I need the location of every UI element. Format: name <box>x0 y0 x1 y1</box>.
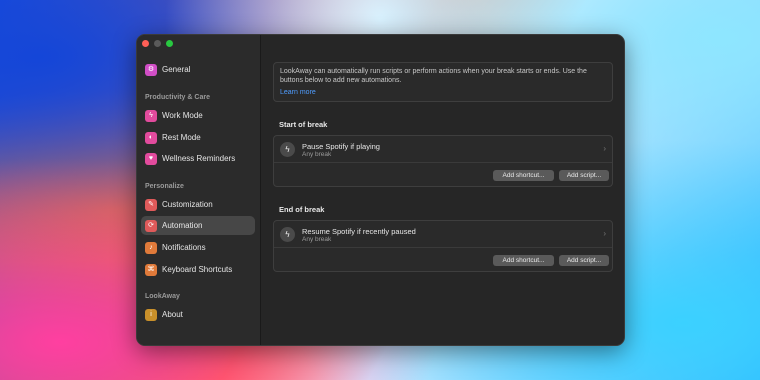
sidebar-item-about[interactable]: i About <box>141 305 255 324</box>
action-subtitle: Any break <box>302 151 332 158</box>
settings-window: ⚙ General Productivity & Care ϟ Work Mod… <box>136 34 625 346</box>
action-title[interactable]: Resume Spotify if recently paused <box>302 227 416 236</box>
info-text: LookAway can automatically run scripts o… <box>280 68 587 84</box>
close-button[interactable] <box>142 40 149 47</box>
learn-more-link[interactable]: Learn more <box>280 88 606 97</box>
main-content: LookAway can automatically run scripts o… <box>261 35 624 345</box>
sidebar-item-label: General <box>162 65 191 74</box>
divider <box>274 247 612 248</box>
sidebar: ⚙ General Productivity & Care ϟ Work Mod… <box>137 35 261 345</box>
shortcut-icon: ϟ <box>280 142 295 157</box>
sidebar-item-label: Work Mode <box>162 111 203 120</box>
info-icon: i <box>145 308 157 321</box>
wellness-icon: ♥ <box>145 152 157 165</box>
action-subtitle: Any break <box>302 236 332 243</box>
chevron-right-icon[interactable]: › <box>603 144 606 153</box>
start-of-break-heading: Start of break <box>279 120 328 129</box>
info-box: LookAway can automatically run scripts o… <box>273 62 613 102</box>
add-shortcut-button[interactable]: Add shortcut... <box>493 170 554 181</box>
chevron-right-icon[interactable]: › <box>603 229 606 238</box>
automation-icon: ⟳ <box>145 219 157 232</box>
add-script-button[interactable]: Add script... <box>559 170 609 181</box>
bell-icon: ♪ <box>145 241 157 254</box>
sidebar-item-work-mode[interactable]: ϟ Work Mode <box>141 106 255 125</box>
sidebar-item-wellness-reminders[interactable]: ♥ Wellness Reminders <box>141 149 255 168</box>
sidebar-item-rest-mode[interactable]: ◐ Rest Mode <box>141 128 255 147</box>
sidebar-item-customization[interactable]: ✎ Customization <box>141 195 255 214</box>
divider <box>274 162 612 163</box>
section-title-personalize: Personalize <box>145 183 184 190</box>
brush-icon: ✎ <box>145 198 157 211</box>
eye-off-icon: ◐ <box>145 131 157 144</box>
sidebar-item-label: Customization <box>162 200 213 209</box>
sidebar-item-label: Keyboard Shortcuts <box>162 265 233 274</box>
sidebar-item-label: Automation <box>162 221 203 230</box>
end-of-break-card: ϟ Resume Spotify if recently paused Any … <box>273 220 613 272</box>
sidebar-item-label: Notifications <box>162 243 206 252</box>
sidebar-item-label: Wellness Reminders <box>162 154 236 163</box>
section-title-lookaway: LookAway <box>145 293 180 300</box>
add-script-button[interactable]: Add script... <box>559 255 609 266</box>
sidebar-item-general[interactable]: ⚙ General <box>141 60 255 79</box>
sidebar-item-notifications[interactable]: ♪ Notifications <box>141 238 255 257</box>
start-of-break-card: ϟ Pause Spotify if playing Any break › A… <box>273 135 613 187</box>
command-icon: ⌘ <box>145 263 157 276</box>
shortcut-icon: ϟ <box>280 227 295 242</box>
sidebar-item-keyboard-shortcuts[interactable]: ⌘ Keyboard Shortcuts <box>141 260 255 279</box>
window-controls <box>142 40 173 47</box>
minimize-button[interactable] <box>154 40 161 47</box>
action-title[interactable]: Pause Spotify if playing <box>302 142 380 151</box>
end-of-break-heading: End of break <box>279 205 325 214</box>
section-title-productivity: Productivity & Care <box>145 94 210 101</box>
sidebar-item-label: Rest Mode <box>162 133 201 142</box>
sidebar-item-label: About <box>162 310 183 319</box>
bolt-icon: ϟ <box>145 109 157 122</box>
sidebar-item-automation[interactable]: ⟳ Automation <box>141 216 255 235</box>
zoom-button[interactable] <box>166 40 173 47</box>
gear-icon: ⚙ <box>145 63 157 76</box>
add-shortcut-button[interactable]: Add shortcut... <box>493 255 554 266</box>
